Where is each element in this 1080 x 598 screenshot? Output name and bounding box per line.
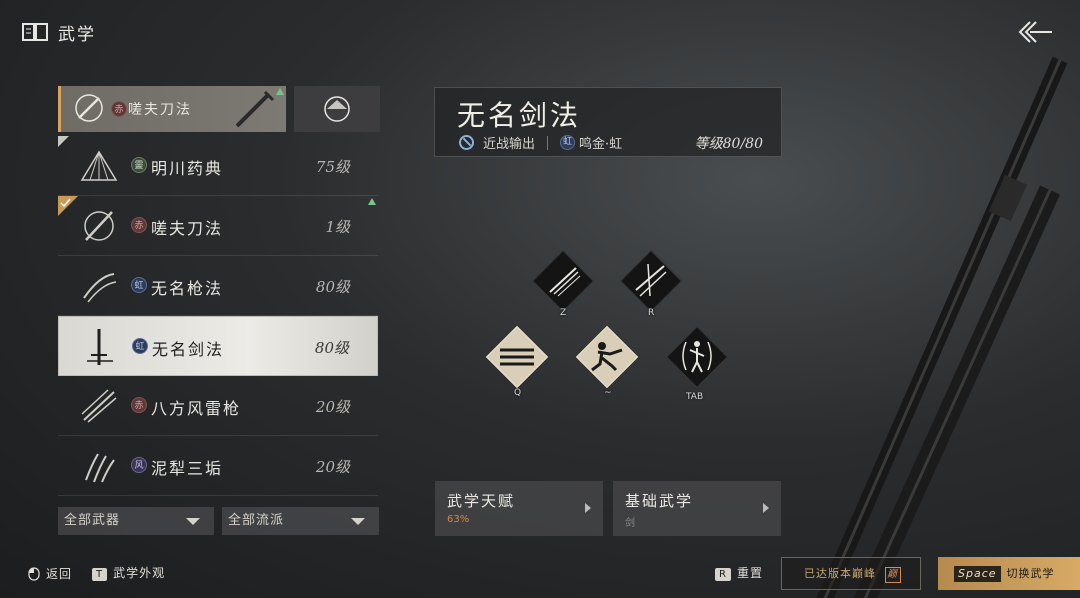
fan-icon: [80, 150, 118, 181]
martial-level: 20级: [315, 458, 350, 476]
chevron-down-icon: [186, 518, 200, 525]
slash-skill-icon: [549, 267, 581, 297]
martial-item-selected[interactable]: 虹 无名剑法 80级: [58, 316, 378, 376]
skill-z[interactable]: Z: [531, 249, 595, 318]
back-arrow-icon[interactable]: [1018, 20, 1054, 44]
version-peak-text: 已达版本巅峰: [804, 567, 876, 580]
spear-art-icon: [81, 389, 117, 423]
chevron-down-icon: [351, 518, 365, 525]
school-filter-label: 全部流派: [228, 513, 285, 528]
back-label: 返回: [46, 567, 73, 581]
martial-name: 八方风雷枪: [151, 399, 242, 418]
upgrade-indicator: [276, 88, 284, 95]
martial-item[interactable]: 风 泥犁三垢 20级: [58, 436, 378, 496]
page-title: 武学: [58, 25, 96, 45]
skill-tilde[interactable]: ~: [575, 325, 639, 398]
skill-r[interactable]: R: [619, 249, 683, 318]
martial-meta: 近战输出 虹 鸣金·虹: [459, 133, 622, 152]
equipped-skill-slot[interactable]: [294, 86, 380, 132]
martial-name: 明川药典: [151, 159, 224, 178]
talent-title: 武学天赋: [447, 492, 516, 510]
skill-tab[interactable]: TAB: [665, 325, 729, 402]
book-icon: [22, 23, 48, 41]
multi-strike-icon: [635, 263, 667, 297]
weapon-filter-label: 全部武器: [64, 513, 121, 528]
appearance-label: 武学外观: [113, 566, 166, 580]
melee-icon: [459, 135, 474, 150]
fan-icon: [324, 96, 350, 122]
school-badge: 风: [131, 457, 147, 473]
saber-icon: [235, 90, 275, 128]
martial-level: 75级: [315, 158, 350, 176]
key-t: T: [92, 568, 108, 581]
sword-dance-icon: [682, 341, 712, 373]
reset-hint[interactable]: R 重置: [715, 564, 763, 581]
martial-item[interactable]: 虹 无名枪法 80级: [58, 256, 378, 316]
switch-label: 切换武学: [1006, 567, 1055, 580]
skill-key: Z: [560, 308, 567, 318]
martial-name: 泥犁三垢: [151, 459, 224, 478]
divider: [547, 135, 549, 150]
switch-martial-button[interactable]: Space 切换武学: [938, 557, 1080, 590]
martial-level: 80级: [315, 278, 350, 296]
stance-figure-icon: [591, 342, 623, 372]
school-label: 鸣金·虹: [579, 137, 623, 152]
check-icon: [58, 196, 78, 216]
talent-button[interactable]: 武学天赋 63%: [435, 481, 603, 536]
school-badge: 虹: [131, 277, 147, 293]
skill-key: ~: [604, 388, 612, 398]
appearance-hint[interactable]: T 武学外观: [92, 564, 165, 581]
martial-name: 无名枪法: [151, 279, 224, 298]
back-hint[interactable]: 返回: [28, 565, 72, 582]
version-peak-badge: 已达版本巅峰 巅: [781, 557, 921, 590]
skill-q[interactable]: Q: [485, 325, 549, 398]
peak-icon: 巅: [884, 567, 901, 583]
martial-name: 嗟夫刀法: [151, 219, 224, 238]
martial-level: 20级: [315, 398, 350, 416]
school-badge: 虹: [560, 135, 576, 150]
martial-level: 1级: [325, 218, 350, 236]
martial-name: 嗟夫刀法: [128, 102, 192, 118]
role-label: 近战输出: [483, 137, 536, 152]
skill-key: Q: [514, 388, 522, 398]
school-badge: 赤: [111, 101, 127, 117]
martial-detail-card: 无名剑法 近战输出 虹 鸣金·虹 等级80/80: [434, 87, 782, 157]
chevron-right-icon: [763, 503, 769, 513]
triple-slash-icon: [500, 348, 534, 366]
reset-label: 重置: [736, 566, 763, 580]
blade-art-icon: [84, 211, 114, 241]
school-badge: 靈: [131, 157, 147, 173]
martial-title: 无名剑法: [457, 99, 582, 132]
equipped-martial-item[interactable]: 赤 嗟夫刀法: [58, 86, 286, 132]
school-badge: 赤: [131, 217, 147, 233]
blade-art-icon: [75, 94, 103, 122]
martial-level: 80级: [314, 339, 349, 357]
key-r: R: [715, 568, 731, 581]
martial-item[interactable]: 赤 嗟夫刀法 1级: [58, 196, 378, 256]
weapon-filter-dropdown[interactable]: 全部武器: [58, 507, 214, 535]
key-space: Space: [954, 566, 1001, 582]
mouse-icon: [28, 566, 40, 581]
sword-illustration: [816, 56, 1068, 598]
martial-name: 无名剑法: [152, 340, 225, 359]
claw-art-icon: [85, 453, 115, 483]
martial-item[interactable]: 赤 八方风雷枪 20级: [58, 376, 378, 436]
martial-level-label: 等级80/80: [694, 136, 763, 152]
school-badge: 虹: [132, 338, 148, 354]
upgrade-indicator: [368, 198, 376, 205]
school-filter-dropdown[interactable]: 全部流派: [222, 507, 379, 535]
talent-progress: 63%: [447, 514, 470, 525]
school-badge: 赤: [131, 397, 147, 413]
basic-title: 基础武学: [625, 492, 694, 510]
skill-key: R: [648, 308, 655, 318]
chevron-right-icon: [585, 503, 591, 513]
corner-marker: [58, 136, 69, 147]
skill-key: TAB: [686, 392, 704, 402]
sword-art-icon: [87, 329, 113, 365]
martial-item[interactable]: 靈 明川药典 75级: [58, 136, 378, 196]
spear-art-icon: [83, 273, 117, 303]
basic-weapon: 剑: [625, 518, 635, 529]
basic-martial-button[interactable]: 基础武学 剑: [613, 481, 781, 536]
